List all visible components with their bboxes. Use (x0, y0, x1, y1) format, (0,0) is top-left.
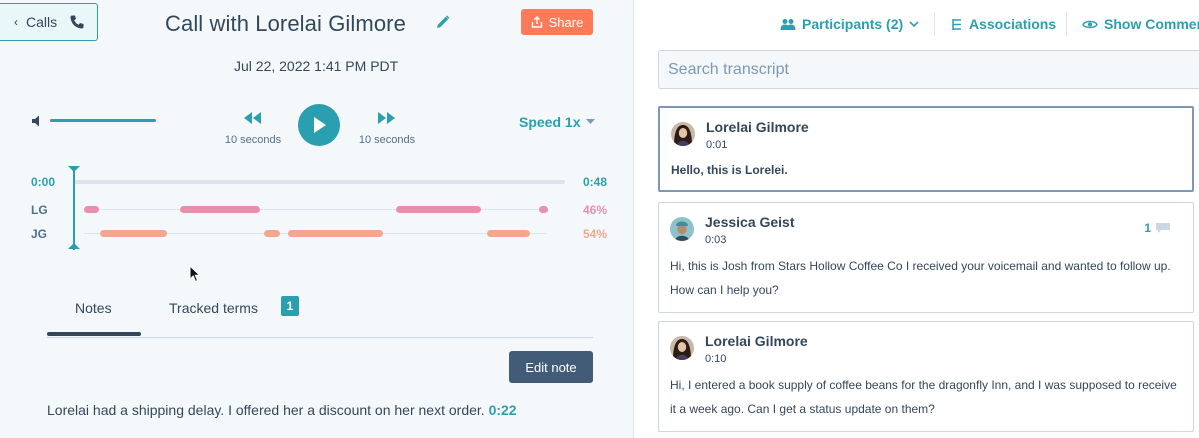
show-comments-button[interactable]: Show Comments (1082, 16, 1199, 32)
avatar (670, 336, 694, 360)
transcript-entry[interactable]: Lorelai Gilmore 0:10 Hi, I entered a boo… (658, 321, 1194, 432)
speaker-icon[interactable] (30, 113, 46, 129)
playhead-top-marker (68, 166, 80, 172)
playhead[interactable] (73, 168, 75, 250)
speech-segment[interactable] (288, 230, 383, 237)
entry-text: Hello, this is Lorelei. (671, 163, 788, 177)
forward-label: 10 seconds (358, 134, 416, 146)
rewind-icon[interactable] (242, 110, 262, 126)
transcript-panel: Participants (2) Associations Show Comme… (634, 0, 1199, 438)
mouse-cursor-icon (189, 265, 201, 283)
speaker-timeline[interactable]: 0:00 0:48 LG 46% JG 54% (0, 160, 634, 260)
page-title: Call with Lorelai Gilmore (165, 11, 406, 36)
avatar (670, 217, 694, 241)
edit-note-button[interactable]: Edit note (509, 351, 593, 383)
play-icon (314, 117, 326, 133)
rewind-label: 10 seconds (224, 134, 282, 146)
phone-icon (70, 15, 84, 29)
timeline-end: 0:48 (583, 175, 608, 189)
speech-segment[interactable] (487, 230, 530, 237)
associations-label: Associations (969, 16, 1057, 32)
volume-slider[interactable] (50, 119, 156, 122)
comments-label: Show Comments (1104, 16, 1199, 32)
speaker-name: Lorelai Gilmore (705, 333, 808, 349)
speech-segment[interactable] (396, 206, 481, 213)
speaker-jg-label: JG (31, 227, 48, 241)
entry-time[interactable]: 0:03 (705, 234, 726, 246)
timeline-start: 0:00 (31, 175, 56, 189)
speech-segment[interactable] (264, 230, 280, 237)
share-label: Share (548, 14, 584, 30)
pencil-icon[interactable] (436, 15, 450, 29)
entry-text: Hi, this is Josh from Stars Hollow Coffe… (670, 259, 1171, 297)
comment-count: 1 (1144, 221, 1151, 235)
chevron-down-icon (909, 20, 919, 27)
speech-segment[interactable] (180, 206, 260, 213)
entry-text: Hi, I entered a book supply of coffee be… (670, 378, 1177, 416)
tab-tracked-terms[interactable]: Tracked terms (169, 300, 258, 316)
speed-dropdown[interactable]: Speed 1x (519, 114, 596, 130)
participants-label: Participants (2) (802, 16, 904, 32)
speaker-lg-label: LG (31, 203, 48, 217)
share-icon (531, 16, 542, 28)
progress-track[interactable] (74, 180, 565, 184)
transcript-entry[interactable]: Jessica Geist 0:03 1 Hi, this is Josh fr… (658, 202, 1194, 313)
participants-dropdown[interactable]: Participants (2) (780, 16, 919, 32)
speech-segment[interactable] (100, 230, 167, 237)
playhead-bottom-marker (68, 243, 80, 249)
fast-forward-icon[interactable] (377, 110, 397, 126)
share-button[interactable]: Share (521, 9, 593, 35)
back-label: Calls (26, 14, 58, 30)
speech-segment[interactable] (539, 206, 548, 213)
note-timestamp-link[interactable]: 0:22 (489, 402, 517, 418)
associations-icon (952, 18, 961, 30)
tracked-terms-badge: 1 (281, 296, 299, 316)
comment-icon (1156, 223, 1170, 233)
transcript-entry[interactable]: Lorelai Gilmore 0:01 Hello, this is Lore… (658, 106, 1194, 192)
speaker-name: Jessica Geist (705, 214, 795, 230)
speed-label: Speed 1x (519, 114, 581, 130)
toolbar-separator (1066, 12, 1067, 36)
chevron-left-icon: ‹ (14, 15, 18, 29)
notes-tabs: Notes Tracked terms 1 (47, 296, 593, 338)
transcript-toolbar: Participants (2) Associations Show Comme… (634, 0, 1199, 48)
active-tab-indicator (47, 332, 141, 336)
speech-segment[interactable] (84, 206, 99, 213)
note-content: Lorelai had a shipping delay. I offered … (47, 402, 517, 418)
associations-button[interactable]: Associations (950, 16, 1056, 32)
speaker-name: Lorelai Gilmore (706, 119, 809, 135)
tab-notes[interactable]: Notes (75, 300, 112, 316)
call-date: Jul 22, 2022 1:41 PM PDT (234, 58, 399, 74)
eye-icon (1082, 20, 1098, 28)
avatar (671, 122, 695, 146)
speaker-lg-percent: 46% (583, 203, 608, 217)
call-player-panel: ‹ Calls Call with Lorelai Gilmore Share … (0, 0, 634, 438)
back-to-calls-button[interactable]: ‹ Calls (0, 3, 98, 41)
play-button[interactable] (298, 104, 340, 146)
comment-count-button[interactable]: 1 (1144, 221, 1171, 235)
note-text: Lorelai had a shipping delay. I offered … (47, 402, 485, 418)
people-icon (780, 18, 796, 30)
entry-time[interactable]: 0:01 (706, 139, 727, 151)
search-transcript-input[interactable] (658, 50, 1199, 89)
toolbar-separator (934, 12, 935, 36)
entry-time[interactable]: 0:10 (705, 353, 726, 365)
caret-down-icon (586, 119, 596, 124)
speaker-jg-percent: 54% (583, 227, 608, 241)
